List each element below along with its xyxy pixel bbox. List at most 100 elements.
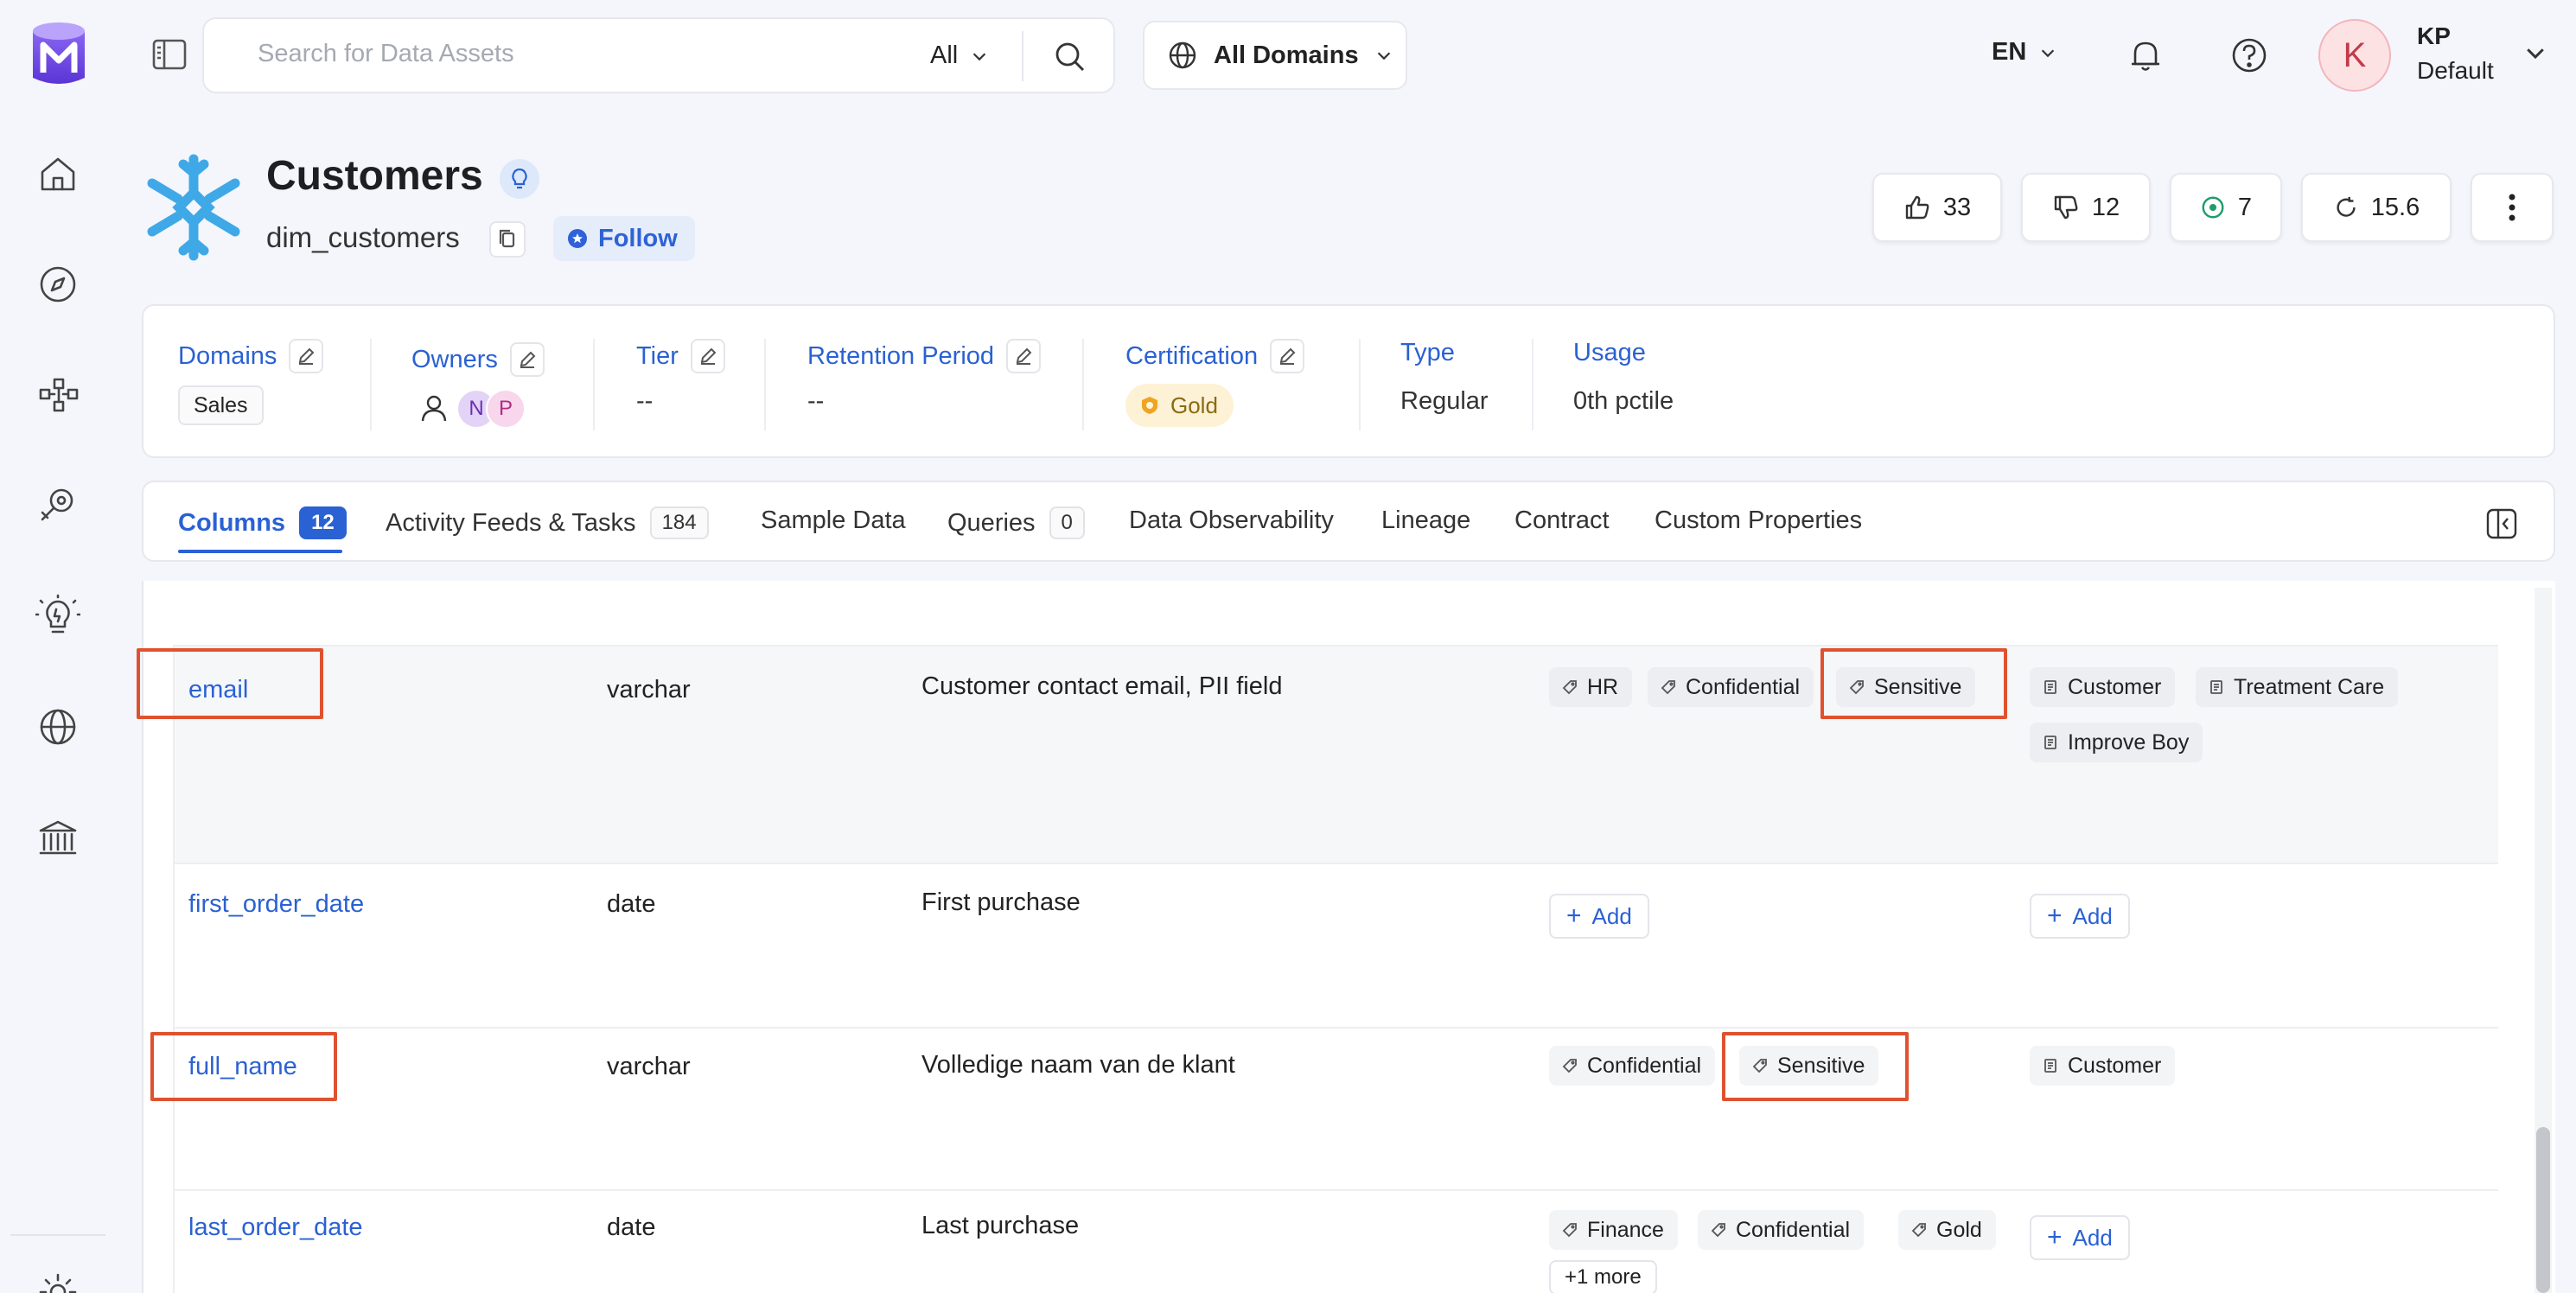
page-title: Customers <box>266 153 483 199</box>
domains-icon[interactable] <box>33 702 83 752</box>
tests-button[interactable]: 7 <box>2170 173 2282 242</box>
globe-icon <box>1169 41 1196 69</box>
home-icon[interactable] <box>33 149 83 199</box>
tab-bar: Columns 12 Activity Feeds & Tasks 184 Sa… <box>142 481 2555 562</box>
tab-count-badge: 0 <box>1049 506 1085 539</box>
bell-icon[interactable] <box>2125 35 2166 76</box>
glossary-term-label: Improve Boy <box>2068 729 2190 755</box>
star-icon <box>568 229 587 248</box>
more-options-button[interactable] <box>2471 173 2554 242</box>
search-icon[interactable] <box>1053 40 1087 74</box>
copy-icon[interactable] <box>489 221 526 258</box>
domain-chip[interactable]: Sales <box>178 385 264 425</box>
gold-medal-icon <box>1142 397 1157 414</box>
suggestion-icon[interactable] <box>500 159 539 199</box>
column-name-link[interactable]: first_order_date <box>188 890 364 919</box>
column-type: date <box>607 1213 656 1241</box>
user-name[interactable]: KP <box>2417 22 2451 50</box>
type-label: Type <box>1400 339 1455 366</box>
version-button[interactable]: 15.6 <box>2301 173 2452 242</box>
info-divider <box>1082 339 1084 430</box>
add-glossary-button[interactable]: + Add <box>2030 894 2130 939</box>
thumbs-up-icon <box>1905 195 1929 220</box>
lineage-icon[interactable] <box>33 370 83 420</box>
tab-label: Lineage <box>1381 506 1471 534</box>
explore-icon[interactable] <box>33 259 83 309</box>
edit-owner-icon[interactable] <box>509 342 545 377</box>
edit-certification-icon[interactable] <box>1270 339 1305 373</box>
search-bar: All <box>202 17 1115 93</box>
dislike-button[interactable]: 12 <box>2021 173 2151 242</box>
info-divider <box>1359 339 1361 430</box>
user-icon <box>421 395 447 422</box>
search-scope-label: All <box>930 41 959 69</box>
tab-columns[interactable]: Columns 12 <box>178 506 347 539</box>
sidebar-toggle-icon[interactable] <box>149 36 190 73</box>
tab-contract[interactable]: Contract <box>1514 506 1610 535</box>
tag-chip[interactable]: Finance <box>1549 1210 1678 1250</box>
tab-lineage[interactable]: Lineage <box>1381 506 1470 535</box>
usage-label: Usage <box>1573 339 1646 366</box>
info-divider <box>1532 339 1533 430</box>
tag-chip[interactable]: Confidential <box>1549 1046 1716 1086</box>
tab-activity-feeds[interactable]: Activity Feeds & Tasks 184 <box>386 506 709 539</box>
add-tag-button[interactable]: + Add <box>1549 894 1649 939</box>
thumbs-down-icon <box>2054 195 2078 220</box>
owners-label: Owners <box>411 345 498 373</box>
tab-queries[interactable]: Queries 0 <box>947 506 1085 539</box>
tab-label: Data Observability <box>1129 506 1334 534</box>
glossary-term-label: Customer <box>2068 1053 2162 1078</box>
language-selector[interactable]: EN <box>1992 38 2057 67</box>
certification-value: Gold <box>1170 392 1218 418</box>
highlight-box <box>1722 1032 1909 1101</box>
dislike-count: 12 <box>2091 193 2120 221</box>
tab-custom-properties[interactable]: Custom Properties <box>1655 506 1862 535</box>
like-button[interactable]: 33 <box>1872 173 2002 242</box>
tag-chip[interactable]: Confidential <box>1698 1210 1865 1250</box>
version-number: 15.6 <box>2370 193 2420 221</box>
edit-retention-icon[interactable] <box>1006 339 1042 373</box>
scrollbar-thumb[interactable] <box>2536 1127 2550 1293</box>
table-row: last_order_date date Last purchase Finan… <box>173 1191 2498 1293</box>
insights-icon[interactable] <box>33 591 83 641</box>
domain-selector[interactable]: All Domains <box>1143 21 1407 90</box>
more-tags-button[interactable]: +1 more <box>1549 1260 1657 1293</box>
plus-icon: + <box>1566 901 1582 930</box>
glossary-term-label: Customer <box>2068 674 2162 699</box>
more-vertical-icon <box>2509 194 2515 221</box>
tag-label: Confidential <box>1736 1217 1851 1242</box>
tag-chip[interactable]: Gold <box>1898 1210 1996 1250</box>
help-icon[interactable] <box>2228 35 2270 76</box>
tag-icon <box>1562 1059 1577 1073</box>
edit-tier-icon[interactable] <box>690 339 725 373</box>
chevron-down-icon[interactable] <box>2522 40 2548 66</box>
tab-sample-data[interactable]: Sample Data <box>761 506 906 535</box>
entity-info-panel: Domains Sales Owners N P Tier -- Retenti… <box>142 304 2555 458</box>
tag-chip[interactable]: HR <box>1549 667 1633 707</box>
tier-value: -- <box>636 387 654 415</box>
user-avatar[interactable]: K <box>2318 19 2391 92</box>
type-field: Type <box>1400 339 1455 367</box>
column-name-link[interactable]: last_order_date <box>188 1213 363 1242</box>
governance-icon[interactable] <box>33 812 83 863</box>
add-glossary-button[interactable]: + Add <box>2030 1215 2130 1260</box>
settings-icon[interactable] <box>33 1267 83 1293</box>
tag-label: Confidential <box>1686 674 1801 699</box>
glossary-term-chip[interactable]: Treatment Care <box>2196 667 2399 707</box>
edit-domain-icon[interactable] <box>289 339 324 373</box>
column-type: varchar <box>607 1053 691 1080</box>
glossary-term-chip[interactable]: Customer <box>2030 1046 2176 1086</box>
observability-icon[interactable] <box>33 481 83 531</box>
search-input[interactable] <box>258 40 845 68</box>
glossary-term-chip[interactable]: Improve Boy <box>2030 723 2203 762</box>
app-logo-icon[interactable] <box>28 19 90 90</box>
tag-label: Gold <box>1936 1217 1982 1242</box>
follow-button[interactable]: Follow <box>553 216 695 261</box>
search-scope-dropdown[interactable]: All <box>930 41 989 70</box>
tag-chip[interactable]: Confidential <box>1648 667 1814 707</box>
tab-data-observability[interactable]: Data Observability <box>1129 506 1334 535</box>
highlight-box <box>150 1032 337 1101</box>
glossary-term-chip[interactable]: Customer <box>2030 667 2176 707</box>
owner-avatar[interactable]: P <box>486 389 526 429</box>
panel-collapse-icon[interactable] <box>2484 506 2519 541</box>
